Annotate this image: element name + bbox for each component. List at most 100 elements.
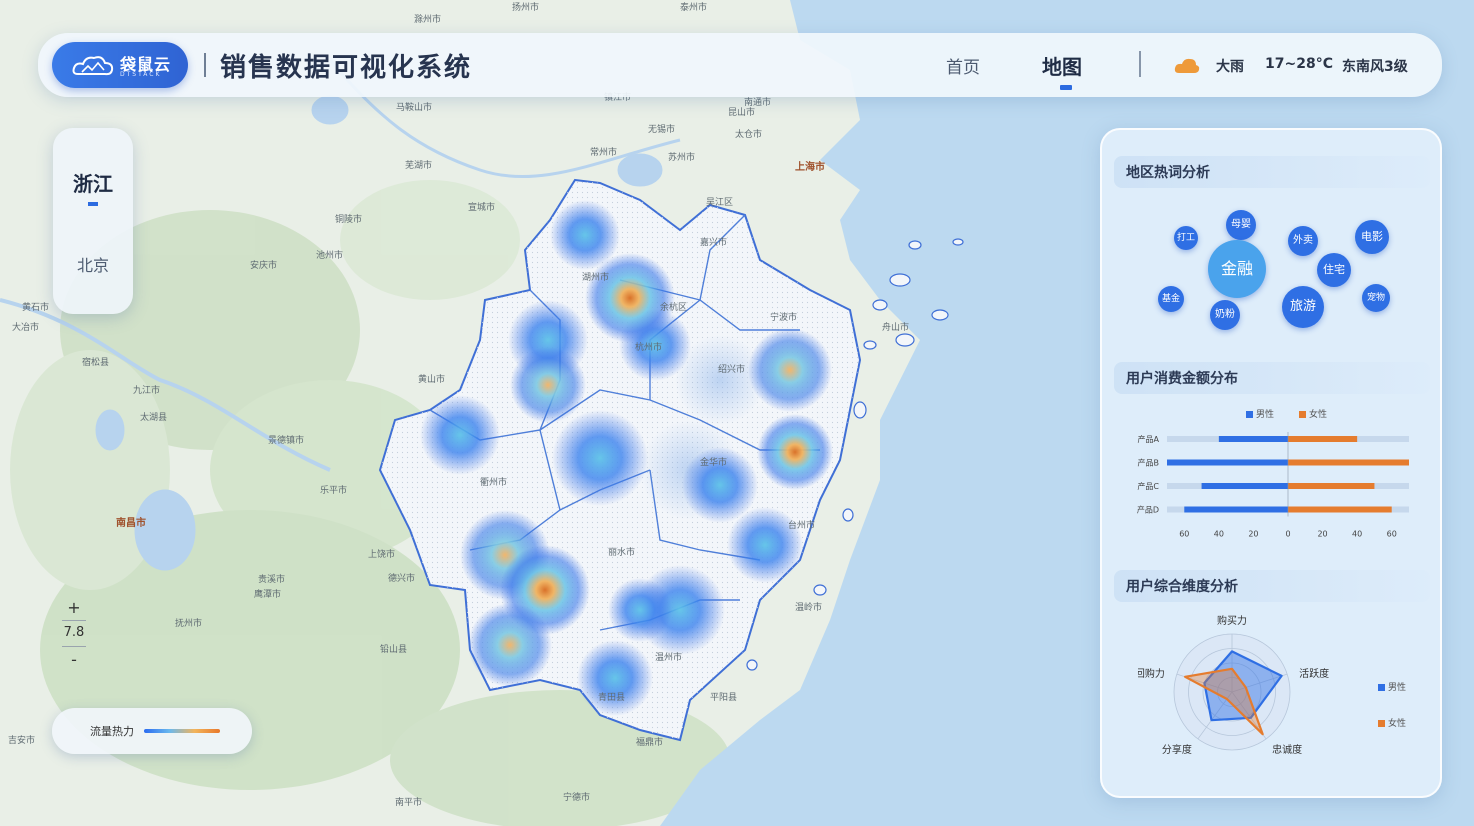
city-label: 九江市: [133, 386, 161, 396]
city-label: 贵溪市: [258, 575, 286, 585]
bar-tick-label: 40: [1214, 530, 1224, 539]
hotword-bubble[interactable]: 外卖: [1288, 226, 1318, 256]
spending-title: 用户消费金额分布: [1126, 371, 1238, 387]
city-label: 余杭区: [660, 303, 688, 313]
hotword-bubble[interactable]: 旅游: [1282, 286, 1324, 328]
city-label: 吉安市: [8, 736, 36, 746]
logo-cloud-icon: [72, 56, 114, 76]
radar-indicator-label: 活跃度: [1299, 667, 1329, 680]
city-label: 太仓市: [735, 130, 763, 140]
hotwords-section-header: 地区热词分析: [1114, 156, 1430, 188]
city-label: 铜陵市: [335, 215, 363, 225]
bar-male: [1167, 459, 1288, 466]
legend-female: 女性: [1299, 407, 1327, 420]
city-label: 太湖县: [140, 413, 168, 423]
bar-male: [1184, 506, 1288, 513]
active-tab-indicator: [1060, 85, 1072, 90]
hotword-bubble-main[interactable]: 金融: [1208, 240, 1266, 298]
bar-tick-label: 20: [1248, 530, 1258, 539]
city-label: 宁德市: [563, 793, 591, 803]
city-label: 抚州市: [175, 619, 203, 629]
region-option-beijing[interactable]: 北京: [53, 252, 133, 276]
city-label: 大冶市: [12, 323, 40, 333]
bar-tick-label: 60: [1179, 530, 1189, 539]
analysis-panel: 地区热词分析 打工 母婴 金融 外卖 电影 住宅 基金 奶粉 旅游 宠物 用户消…: [1100, 128, 1442, 798]
top-header: 袋鼠云 DTSTACK 销售数据可视化系统 首页 地图 大雨 17~28°C 东…: [38, 33, 1442, 97]
city-label: 台州市: [788, 521, 816, 531]
zoom-level: 7.8: [63, 625, 85, 640]
city-label: 宿松县: [82, 358, 110, 368]
bar-female: [1288, 506, 1392, 513]
city-label: 池州市: [316, 251, 344, 261]
zoom-in-button[interactable]: +: [58, 598, 90, 617]
zoom-out-button[interactable]: -: [58, 650, 90, 669]
region-option-zhejiang[interactable]: 浙江: [53, 168, 133, 197]
dimension-radar-chart: 购买力活跃度忠诚度 分享度 回购力: [1138, 614, 1329, 756]
city-label: 安庆市: [250, 261, 278, 271]
city-label: 黄山市: [418, 375, 446, 385]
city-label: 鹰潭市: [254, 590, 282, 600]
app-title: 销售数据可视化系统: [220, 53, 473, 83]
region-active-indicator: [88, 202, 98, 206]
weather-temperature: 17~28°C: [1265, 56, 1333, 72]
radar-indicator-label: 回购力: [1138, 667, 1165, 680]
city-label: 南昌市: [116, 518, 146, 529]
city-label: 常州市: [590, 148, 618, 158]
zoom-separator: [62, 646, 86, 647]
hotword-bubble[interactable]: 打工: [1174, 226, 1198, 250]
city-label: 南平市: [395, 798, 423, 808]
weather-condition: 大雨: [1216, 59, 1244, 75]
city-label: 泰州市: [680, 3, 708, 13]
hotword-bubble[interactable]: 基金: [1158, 286, 1184, 312]
hotword-bubble[interactable]: 宠物: [1362, 284, 1390, 312]
city-label: 铅山县: [380, 645, 408, 655]
bar-category-label: 产品A: [1138, 434, 1160, 444]
city-label: 无锡市: [648, 125, 676, 135]
cloud-icon: [1174, 58, 1200, 73]
bar-female: [1288, 459, 1409, 466]
nav-tab-map[interactable]: 地图: [1042, 51, 1082, 80]
spending-section-header: 用户消费金额分布: [1114, 362, 1430, 394]
city-label: 扬州市: [512, 3, 540, 13]
bar-female: [1288, 436, 1358, 442]
hotword-bubble[interactable]: 奶粉: [1210, 300, 1240, 330]
city-label: 宣城市: [468, 203, 496, 213]
city-label: 杭州市: [635, 343, 663, 353]
bar-female: [1288, 483, 1375, 489]
city-label: 丽水市: [608, 548, 636, 558]
city-label: 舟山市: [882, 323, 910, 333]
radar-indicator-label: 分享度: [1162, 743, 1192, 756]
hotword-bubble[interactable]: 电影: [1355, 220, 1389, 254]
bar-tick-label: 0: [1285, 530, 1290, 539]
city-label: 福鼎市: [636, 738, 664, 748]
legend-male: 男性: [1246, 407, 1274, 420]
bar-tick-label: 20: [1317, 530, 1327, 539]
dimension-section-header: 用户综合维度分析: [1114, 570, 1430, 602]
city-label: 上海市: [795, 162, 825, 173]
radar-indicator-label: 购买力: [1217, 614, 1247, 627]
bar-male: [1201, 483, 1288, 489]
city-label: 滁州市: [414, 15, 442, 25]
header-divider: [204, 53, 206, 77]
hotword-bubble[interactable]: 住宅: [1317, 253, 1351, 287]
zoom-control: + 7.8 -: [58, 598, 90, 672]
weather-wind: 东南风3级: [1342, 59, 1408, 75]
city-label: 青田县: [598, 693, 626, 703]
logo-subtitle: DTSTACK: [120, 71, 162, 78]
radar-indicator-label: 忠诚度: [1272, 743, 1302, 756]
city-label: 苏州市: [668, 153, 696, 163]
hotword-bubble[interactable]: 母婴: [1226, 210, 1256, 240]
city-label: 衢州市: [480, 478, 508, 488]
bar-category-label: 产品B: [1138, 458, 1160, 468]
city-label: 嘉兴市: [700, 238, 728, 248]
nav-tab-home[interactable]: 首页: [946, 53, 980, 78]
heat-legend-label: 流量热力: [90, 725, 134, 738]
city-label: 金华市: [700, 458, 728, 468]
nav-divider: [1139, 51, 1141, 77]
city-label: 湖州市: [582, 273, 610, 283]
radar-legend-male: 男性: [1378, 680, 1406, 693]
spending-bar-chart: 产品A 产品B 产品C 产品D 60 40 20 0 20 40 60: [1137, 432, 1409, 539]
dimension-title: 用户综合维度分析: [1126, 579, 1238, 595]
city-label: 昆山市: [728, 108, 756, 118]
brand-logo[interactable]: 袋鼠云 DTSTACK: [52, 42, 188, 88]
